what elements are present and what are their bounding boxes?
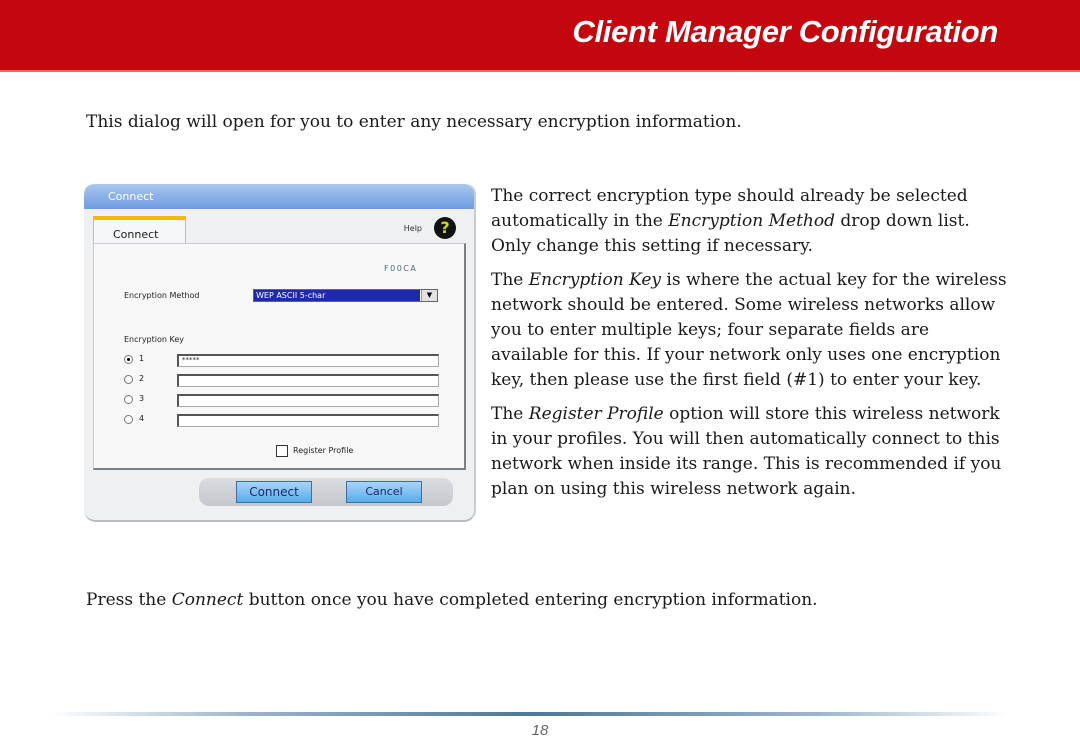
question-mark-icon[interactable]: ? [434, 217, 456, 239]
key-4-input[interactable] [177, 414, 439, 427]
key-number: 2 [139, 374, 145, 383]
connect-panel: F00CA Encryption Method WEP ASCII 5-char… [93, 243, 466, 470]
emphasis: Encryption Method [668, 210, 835, 231]
encryption-method-label: Encryption Method [124, 291, 200, 300]
intro-text: This dialog will open for you to enter a… [86, 112, 742, 132]
tab-connect[interactable]: Connect [93, 216, 186, 244]
key-row-3: 3 [124, 394, 444, 408]
cancel-button[interactable]: Cancel [346, 481, 422, 503]
network-ssid: F00CA [384, 264, 418, 273]
page-header: Client Manager Configuration [0, 0, 1080, 72]
tab-strip: Connect Help ? [92, 216, 468, 244]
key-number: 1 [139, 354, 145, 363]
emphasis: Connect [171, 590, 244, 610]
register-profile-label: Register Profile [293, 446, 354, 455]
emphasis: Encryption Key [528, 270, 662, 291]
key-3-radio[interactable] [124, 395, 133, 404]
closing-text: Press the Connect button once you have c… [86, 590, 818, 610]
key-2-input[interactable] [177, 374, 439, 387]
page-number: 18 [531, 722, 549, 739]
chevron-down-icon[interactable]: ▼ [421, 290, 437, 301]
key-2-radio[interactable] [124, 375, 133, 384]
key-row-2: 2 [124, 374, 444, 388]
key-3-input[interactable] [177, 394, 439, 407]
dialog-title-bar: Connect [84, 184, 474, 209]
text: button once you have completed entering … [243, 590, 818, 610]
help-label[interactable]: Help [404, 224, 422, 233]
text: The [491, 270, 529, 291]
register-profile-checkbox[interactable] [276, 445, 288, 457]
text: The [491, 404, 529, 425]
encryption-key-label: Encryption Key [124, 335, 184, 344]
key-4-radio[interactable] [124, 415, 133, 424]
encryption-method-select[interactable]: WEP ASCII 5-char ▼ [253, 289, 438, 302]
paragraph-encryption-method: The correct encryption type should alrea… [491, 184, 1011, 258]
connect-dialog-screenshot: Connect Connect Help ? F00CA Encryption … [84, 184, 476, 522]
key-number: 3 [139, 394, 145, 403]
key-row-4: 4 [124, 414, 444, 428]
encryption-method-value: WEP ASCII 5-char [254, 290, 420, 301]
paragraph-encryption-key: The Encryption Key is where the actual k… [491, 268, 1011, 392]
key-row-1: 1 ***** [124, 354, 444, 368]
page-title: Client Manager Configuration [572, 14, 998, 49]
connect-button[interactable]: Connect [236, 481, 312, 503]
text: Press the [86, 590, 172, 610]
paragraph-register-profile: The Register Profile option will store t… [491, 402, 1011, 501]
key-number: 4 [139, 414, 145, 423]
key-1-radio[interactable] [124, 355, 133, 364]
emphasis: Register Profile [528, 404, 664, 425]
body-text: The correct encryption type should alrea… [491, 184, 1011, 512]
footer-divider [50, 712, 1010, 716]
key-1-input[interactable]: ***** [177, 354, 439, 367]
